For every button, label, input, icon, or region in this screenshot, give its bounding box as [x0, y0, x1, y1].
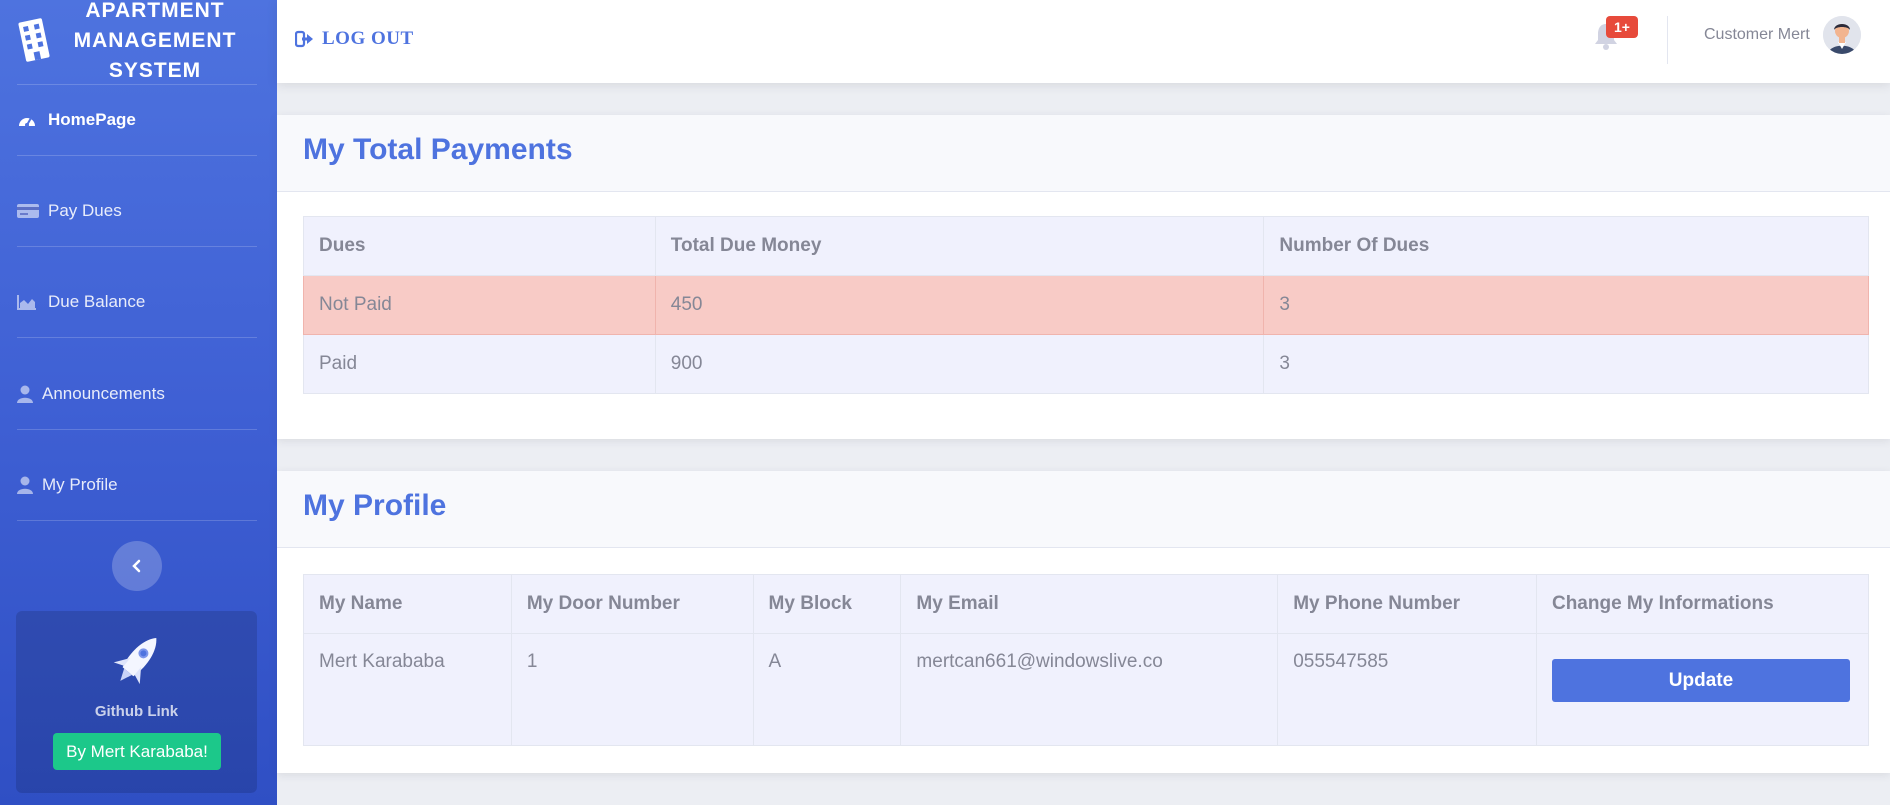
sidebar-toggle-button[interactable]	[112, 541, 162, 591]
sidebar-divider	[17, 246, 257, 247]
column-header: My Door Number	[510, 574, 754, 634]
sidebar-item-label: Pay Dues	[48, 201, 122, 220]
brand-line: SYSTEM	[108, 59, 202, 82]
table-cell: 055547585	[1277, 633, 1537, 746]
sidebar-item-due-balance[interactable]: Due Balance	[0, 282, 277, 322]
sidebar-item-label: Announcements	[42, 384, 165, 403]
logout-label: LOG OUT	[322, 28, 414, 49]
column-header: My Phone Number	[1277, 574, 1537, 634]
tachometer-icon	[17, 112, 39, 128]
column-header: Number Of Dues	[1263, 216, 1869, 276]
topbar: LOG OUT 1+ Customer Mert	[277, 0, 1890, 83]
sidebar: APARTMENT MANAGEMENT SYSTEM HomePage Pay…	[0, 0, 277, 805]
column-header: Total Due Money	[654, 216, 1265, 276]
user-name[interactable]: Customer Mert	[1704, 26, 1810, 44]
github-author-button[interactable]: By Mert Karababa!	[53, 733, 221, 770]
table-cell: 3	[1263, 334, 1869, 394]
sidebar-divider	[17, 84, 257, 85]
column-header: My Email	[900, 574, 1279, 634]
table-row: Not Paid 450 3	[303, 275, 1869, 335]
table-cell: 1	[510, 633, 754, 746]
chevron-left-icon	[132, 559, 141, 573]
table-cell: mertcan661@windowslive.co	[900, 633, 1279, 746]
user-icon	[17, 385, 39, 403]
sidebar-item-label: Due Balance	[48, 292, 146, 311]
profile-title: My Profile	[303, 489, 447, 522]
sidebar-item-announcements[interactable]: Announcements	[0, 374, 277, 414]
table-cell: Not Paid	[303, 275, 656, 335]
payments-table: Dues Total Due Money Number Of Dues Not …	[303, 216, 1869, 394]
sidebar-item-homepage[interactable]: HomePage	[0, 100, 277, 140]
sidebar-divider	[17, 337, 257, 338]
sign-out-icon	[295, 30, 313, 48]
column-header: Change My Informations	[1535, 574, 1870, 634]
table-cell: A	[752, 633, 902, 746]
brand-line: APARTMENT	[85, 0, 225, 22]
table-row: Paid 900 3	[303, 334, 1869, 394]
table-cell: 900	[654, 334, 1265, 394]
sidebar-item-label: My Profile	[42, 475, 118, 494]
sidebar-divider	[17, 429, 257, 430]
update-button[interactable]: Update	[1551, 659, 1850, 702]
topbar-divider	[1667, 16, 1668, 64]
profile-card: My Profile My Name My Door Number My Blo…	[277, 471, 1890, 773]
table-cell: Mert Karababa	[303, 633, 512, 746]
sidebar-divider	[17, 520, 257, 521]
card-header: My Profile	[277, 471, 1890, 548]
column-header: My Block	[752, 574, 902, 634]
avatar[interactable]	[1823, 16, 1861, 54]
profile-table: My Name My Door Number My Block My Email…	[303, 574, 1870, 746]
sidebar-item-label: HomePage	[48, 110, 136, 129]
table-cell: 450	[654, 275, 1265, 335]
logout-button[interactable]: LOG OUT	[295, 28, 414, 50]
column-header: My Name	[303, 574, 512, 634]
rocket-icon	[113, 638, 157, 685]
area-chart-icon	[17, 294, 39, 310]
column-header: Dues	[303, 216, 656, 276]
credit-card-icon	[17, 203, 39, 219]
brand[interactable]: APARTMENT MANAGEMENT SYSTEM	[0, 0, 277, 84]
table-cell: 3	[1263, 275, 1869, 335]
table-row: Mert Karababa 1 A mertcan661@windowslive…	[303, 633, 1870, 746]
payments-card: My Total Payments Dues Total Due Money N…	[277, 115, 1890, 439]
brand-line: MANAGEMENT	[73, 29, 237, 52]
github-link-text: Github Link	[94, 703, 179, 720]
sidebar-item-my-profile[interactable]: My Profile	[0, 465, 277, 505]
card-header: My Total Payments	[277, 115, 1890, 192]
table-header-row: Dues Total Due Money Number Of Dues	[303, 216, 1869, 276]
table-cell: Update	[1535, 633, 1870, 746]
alerts-badge: 1+	[1606, 16, 1638, 38]
brand-title: APARTMENT MANAGEMENT SYSTEM	[58, 0, 252, 86]
payments-title: My Total Payments	[303, 133, 573, 166]
sidebar-divider	[17, 155, 257, 156]
building-icon	[18, 18, 50, 62]
user-icon	[17, 476, 39, 494]
sidebar-item-pay-dues[interactable]: Pay Dues	[0, 191, 277, 231]
table-header-row: My Name My Door Number My Block My Email…	[303, 574, 1870, 634]
table-cell: Paid	[303, 334, 656, 394]
sidebar-promo-card: Github Link By Mert Karababa!	[16, 611, 257, 793]
